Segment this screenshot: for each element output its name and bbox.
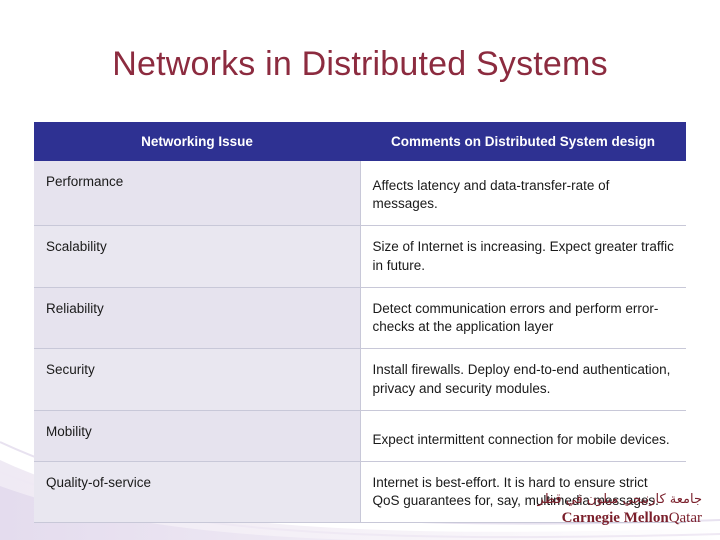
cell-issue: Scalability	[34, 225, 361, 288]
page-title: Networks in Distributed Systems	[112, 45, 608, 83]
logo-latin-main: Carnegie Mellon	[561, 509, 669, 526]
table-header-row: Networking Issue Comments on Distributed…	[34, 122, 686, 161]
cell-comment: Size of Internet is increasing. Expect g…	[360, 225, 686, 288]
networking-issues-table: Networking Issue Comments on Distributed…	[34, 122, 686, 524]
column-header-comments: Comments on Distributed System design	[360, 122, 686, 161]
logo-latin-sub: Qatar	[668, 509, 702, 526]
networking-issues-table-wrapper: Networking Issue Comments on Distributed…	[34, 122, 686, 524]
cell-comment: Detect communication errors and perform …	[360, 287, 686, 350]
logo-arabic-text: جامعة كارنيجي ميلون في قطر	[537, 492, 702, 508]
cell-issue: Performance	[34, 161, 361, 227]
table-row: Scalability Size of Internet is increasi…	[34, 225, 686, 288]
cell-comment: Expect intermittent connection for mobil…	[360, 410, 686, 462]
table-row: Mobility Expect intermittent connection …	[34, 410, 686, 462]
cell-comment: Install firewalls. Deploy end-to-end aut…	[360, 348, 686, 411]
table-row: Performance Affects latency and data-tra…	[34, 161, 686, 227]
cell-comment: Affects latency and data-transfer-rate o…	[360, 161, 686, 227]
cmu-qatar-logo: جامعة كارنيجي ميلون في قطر Carnegie Mell…	[537, 492, 702, 527]
slide-root: Networks in Distributed Systems Networki…	[0, 0, 720, 540]
column-header-issue: Networking Issue	[34, 122, 360, 161]
cell-issue: Quality-of-service	[34, 461, 361, 524]
table-row: Reliability Detect communication errors …	[34, 287, 686, 350]
table-body: Performance Affects latency and data-tra…	[34, 161, 686, 524]
cell-issue: Mobility	[34, 410, 361, 462]
table-row: Security Install firewalls. Deploy end-t…	[34, 348, 686, 411]
logo-latin-text: Carnegie MellonQatar	[538, 510, 702, 527]
cell-issue: Security	[34, 348, 361, 411]
cell-issue: Reliability	[34, 287, 361, 350]
